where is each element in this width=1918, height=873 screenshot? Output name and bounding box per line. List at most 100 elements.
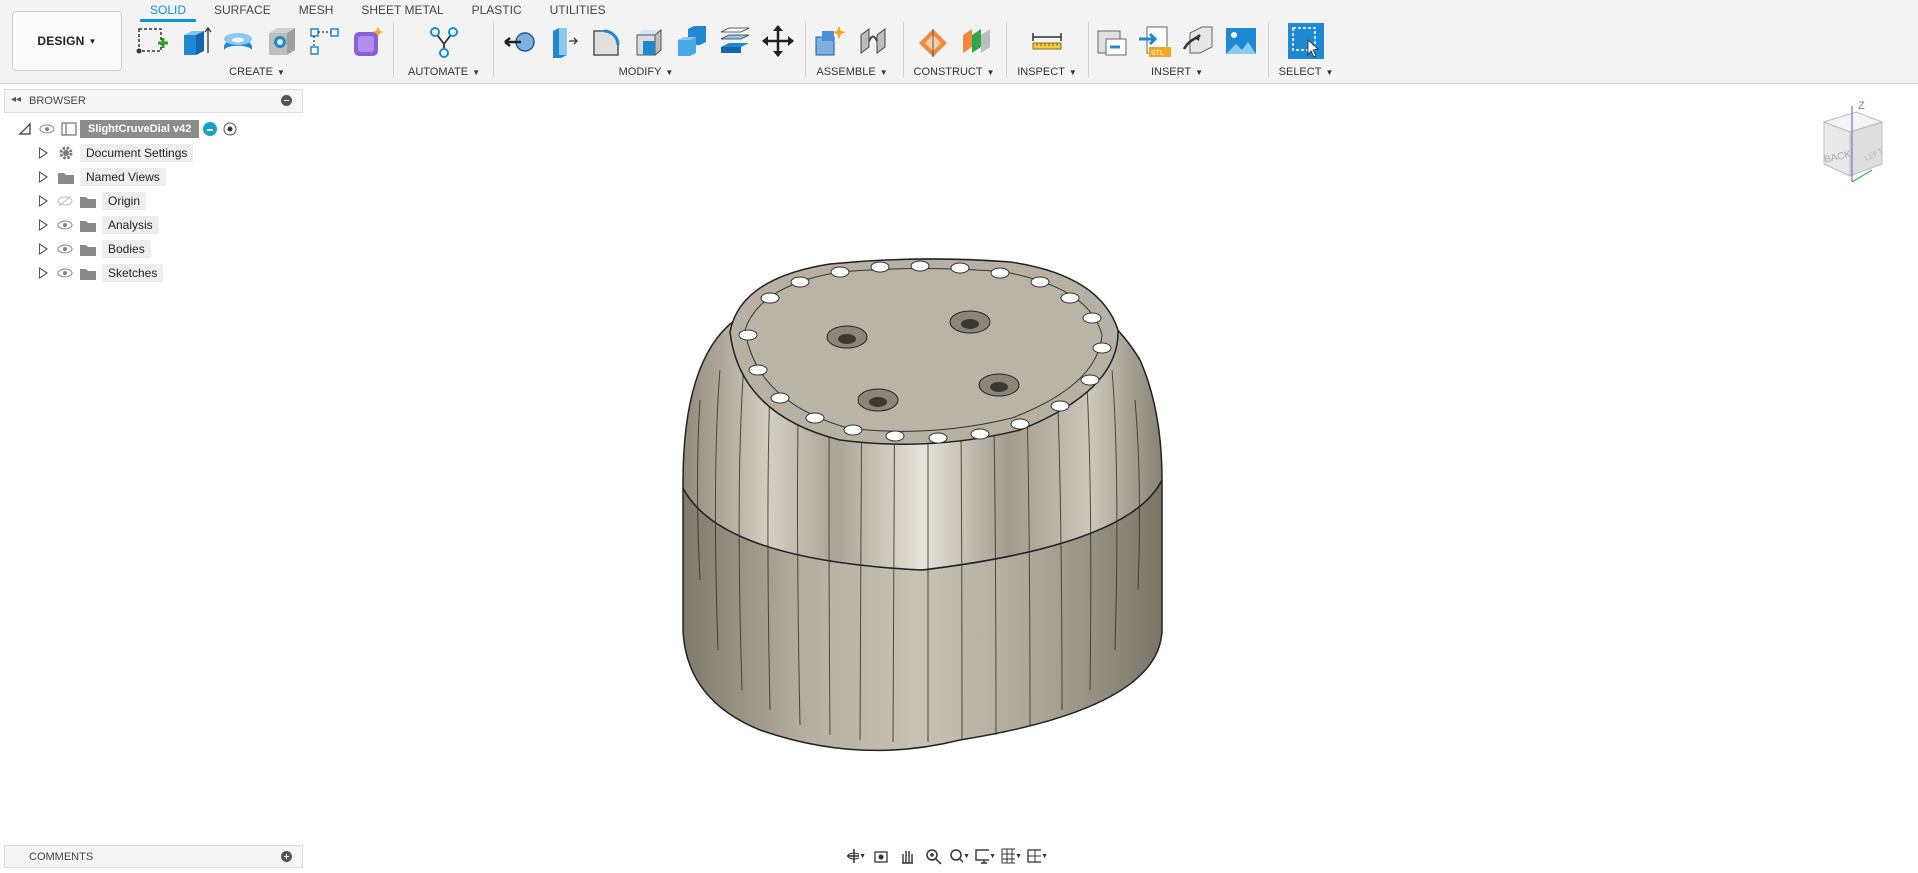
offset-face-icon[interactable] (717, 23, 753, 59)
move-icon[interactable] (760, 23, 796, 59)
gear-icon (59, 146, 73, 160)
expand-arrow-icon[interactable] (39, 195, 48, 207)
pattern-icon[interactable] (306, 23, 342, 59)
tree-item-named-views[interactable]: Named Views (39, 166, 166, 188)
eye-icon[interactable] (56, 219, 74, 231)
comments-panel-header[interactable]: COMMENTS (4, 845, 303, 868)
separator (903, 22, 904, 78)
modify-menu[interactable]: MODIFY ▼ (502, 66, 790, 78)
insert-svg-icon[interactable] (1180, 23, 1216, 59)
press-pull-icon[interactable] (502, 23, 538, 59)
collapse-panel-icon[interactable]: ◂◂ (11, 94, 21, 105)
tree-root[interactable]: SlightCruveDial v42 (18, 118, 239, 140)
shell-icon[interactable] (631, 23, 667, 59)
display-settings-icon[interactable]: ▼ (974, 846, 996, 866)
expand-arrow-icon[interactable] (39, 219, 48, 231)
expand-arrow-icon[interactable] (39, 147, 48, 159)
tab-solid[interactable]: SOLID (136, 0, 200, 22)
fillet-icon[interactable] (545, 23, 581, 59)
view-cube[interactable]: BACK LEFT Z (1812, 100, 1902, 210)
chevron-down-icon: ▼ (472, 68, 481, 77)
add-comment-icon[interactable] (281, 851, 292, 862)
folder-icon (80, 221, 96, 232)
extrude-icon[interactable] (177, 23, 213, 59)
create-sketch-icon[interactable] (134, 23, 170, 59)
offset-plane-icon[interactable] (915, 23, 951, 59)
tree-item-origin[interactable]: Origin (39, 190, 147, 212)
inspect-menu[interactable]: INSPECT ▼ (1012, 66, 1082, 78)
tree-item-bodies[interactable]: Bodies (39, 238, 151, 260)
eye-icon[interactable] (56, 243, 74, 255)
folder-icon (80, 197, 96, 208)
select-icon[interactable] (1288, 23, 1324, 59)
tree-item-sketches[interactable]: Sketches (39, 262, 164, 284)
tab-mesh[interactable]: MESH (285, 0, 348, 20)
workspace-label: DESIGN (37, 34, 85, 48)
insert-menu[interactable]: INSERT ▼ (1094, 66, 1260, 78)
tree-item-label: Named Views (80, 168, 166, 186)
assemble-menu[interactable]: ASSEMBLE ▼ (812, 66, 892, 78)
eye-icon[interactable] (56, 267, 74, 279)
insert-group: STL INSERT ▼ (1094, 22, 1260, 80)
zoom-icon[interactable] (922, 846, 944, 866)
browser-panel-header[interactable]: ◂◂ BROWSER (4, 89, 303, 113)
viewports-icon[interactable]: ▼ (1026, 846, 1048, 866)
minimize-icon[interactable] (281, 95, 292, 106)
chamfer-icon[interactable] (588, 23, 624, 59)
combine-icon[interactable] (674, 23, 710, 59)
expand-arrow-icon[interactable] (39, 171, 48, 183)
expand-arrow-icon[interactable] (39, 267, 48, 279)
measure-icon[interactable] (1029, 23, 1065, 59)
create-menu[interactable]: CREATE ▼ (134, 66, 380, 78)
cloud-status-icon[interactable] (201, 120, 219, 138)
select-group: SELECT ▼ (1276, 22, 1336, 80)
separator (1268, 22, 1269, 78)
chevron-down-icon: ▼ (665, 68, 674, 77)
midplane-icon[interactable] (958, 23, 994, 59)
orbit-icon[interactable]: ▼ (844, 846, 866, 866)
assemble-group: ASSEMBLE ▼ (812, 22, 892, 80)
tree-item-analysis[interactable]: Analysis (39, 214, 159, 236)
tab-plastic[interactable]: PLASTIC (458, 0, 536, 20)
new-component-icon[interactable] (812, 23, 848, 59)
modify-group: MODIFY ▼ (502, 22, 794, 80)
canvas-viewport[interactable] (0, 84, 1918, 839)
toolbar: DESIGN ▼ SOLID SURFACE MESH SHEET METAL P… (0, 0, 1918, 84)
tab-utilities[interactable]: UTILITIES (536, 0, 620, 20)
pan-hand-icon[interactable] (896, 846, 918, 866)
tree-item-document-settings[interactable]: Document Settings (39, 142, 194, 164)
separator (393, 22, 394, 78)
svg-text:STL: STL (1151, 50, 1164, 57)
folder-icon (58, 173, 74, 184)
select-menu[interactable]: SELECT ▼ (1276, 66, 1336, 78)
grid-icon[interactable]: ▼ (1000, 846, 1022, 866)
automate-icon[interactable] (426, 23, 462, 59)
joint-icon[interactable] (855, 23, 891, 59)
chevron-down-icon: ▼ (276, 68, 285, 77)
workspace-switcher[interactable]: DESIGN ▼ (12, 11, 122, 71)
insert-mesh-icon[interactable]: STL (1137, 23, 1173, 59)
eye-icon[interactable] (38, 123, 56, 135)
form-icon[interactable] (349, 23, 385, 59)
create-label: CREATE (229, 66, 273, 78)
separator (805, 22, 806, 78)
tab-surface[interactable]: SURFACE (200, 0, 285, 20)
tab-sheet-metal[interactable]: SHEET METAL (347, 0, 457, 20)
activate-radio-icon[interactable] (221, 120, 239, 138)
construct-menu[interactable]: CONSTRUCT ▼ (910, 66, 998, 78)
look-at-icon[interactable] (870, 846, 892, 866)
hole-icon[interactable] (263, 23, 299, 59)
canvas-icon[interactable] (1223, 23, 1259, 59)
chevron-down-icon: ▼ (1068, 68, 1077, 77)
collapse-triangle-icon[interactable] (18, 122, 32, 136)
fit-view-icon[interactable]: ▼ (948, 846, 970, 866)
tab-bar: SOLID SURFACE MESH SHEET METAL PLASTIC U… (136, 0, 620, 22)
eye-hidden-icon[interactable] (56, 195, 74, 207)
automate-menu[interactable]: AUTOMATE ▼ (400, 66, 488, 78)
dial-model (682, 258, 1163, 752)
expand-arrow-icon[interactable] (39, 243, 48, 255)
insert-derive-icon[interactable] (1094, 23, 1130, 59)
browser-title: BROWSER (29, 95, 86, 107)
chevron-down-icon: ▼ (88, 36, 97, 46)
revolve-icon[interactable] (220, 23, 256, 59)
